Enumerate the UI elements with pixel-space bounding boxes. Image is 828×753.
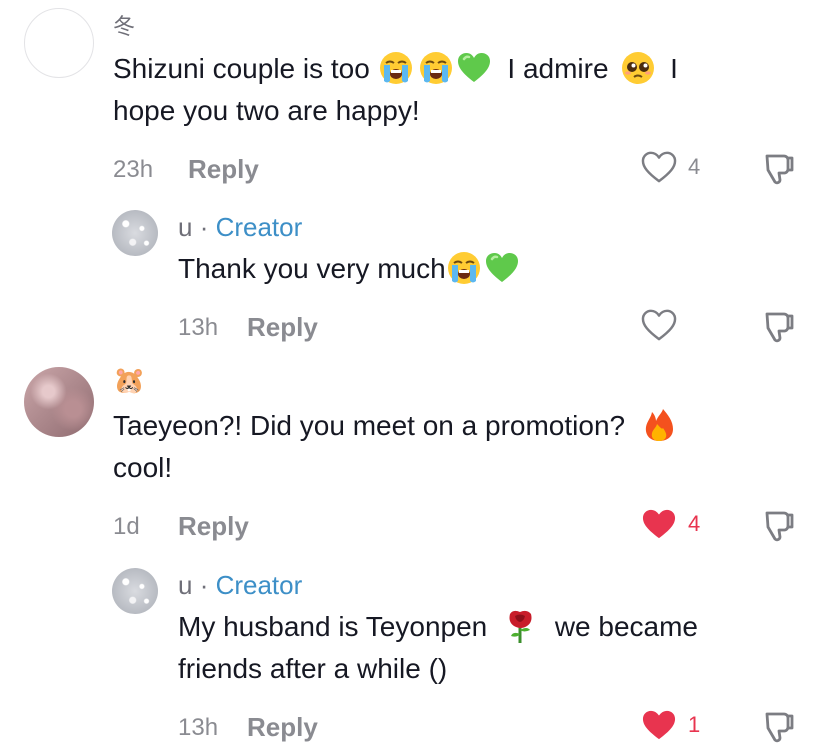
like-button[interactable]: 1 <box>640 708 700 742</box>
loudly-crying-face-emoji <box>418 50 454 86</box>
comment-text-line2: cool! <box>113 452 173 483</box>
like-button[interactable]: 4 <box>640 507 700 541</box>
comment-time: 1d <box>113 513 140 540</box>
comment-text: Shizuni couple is too I admire I <box>113 48 678 90</box>
thumbs-down-icon[interactable] <box>762 308 798 344</box>
comment-text-line1: Taeyeon?! Did you meet on a promotion? <box>113 410 626 441</box>
creator-badge: Creator <box>215 570 303 600</box>
comment-text-line1b: we became <box>554 611 698 642</box>
heart-filled-icon <box>640 708 678 742</box>
loudly-crying-face-emoji <box>378 50 414 86</box>
comment-text-line2: friends after a while () <box>178 653 448 684</box>
comment-username[interactable]: u · Creator <box>178 570 302 600</box>
comment-text-line1: Shizuni couple is too <box>113 53 370 84</box>
username-text: u <box>178 570 193 600</box>
green-heart-emoji <box>484 250 520 286</box>
comment-item: 🐹 Taeyeon?! Did you meet on a promotion?… <box>0 355 828 560</box>
comment-text-mid: I admire <box>507 53 609 84</box>
like-button[interactable] <box>640 308 688 342</box>
reply-button[interactable]: Reply <box>188 154 259 185</box>
reply-button[interactable]: Reply <box>178 511 249 542</box>
comment-username[interactable]: u · Creator <box>178 212 302 242</box>
comment-time: 13h <box>178 314 219 341</box>
like-count: 1 <box>688 712 701 737</box>
avatar[interactable] <box>24 367 94 437</box>
loudly-crying-face-emoji <box>446 250 482 286</box>
heart-filled-icon <box>640 507 678 541</box>
comment-time: 13h <box>178 714 219 741</box>
reply-button[interactable]: Reply <box>247 312 318 343</box>
pleading-face-emoji <box>620 50 656 86</box>
rose-emoji <box>503 608 539 644</box>
thumbs-down-icon[interactable] <box>762 708 798 744</box>
creator-badge: Creator <box>215 212 303 242</box>
comment-text-line2: hope you two are happy! <box>113 95 420 126</box>
avatar[interactable] <box>24 8 94 78</box>
avatar[interactable] <box>112 568 158 614</box>
like-count: 4 <box>688 154 701 179</box>
heart-outline-icon <box>640 308 678 342</box>
comment-username[interactable]: 冬 <box>113 12 135 42</box>
heart-outline-icon <box>640 150 678 184</box>
comment-text-line1: Thank you very much <box>178 253 446 284</box>
comment-text: Thank you very much <box>178 248 520 290</box>
comment-text: Taeyeon?! Did you meet on a promotion? <box>113 405 677 447</box>
comment-reply-item: u · Creator Thank you very much 13h Repl… <box>0 200 828 355</box>
avatar[interactable] <box>112 210 158 256</box>
comment-username[interactable]: 🐹 <box>113 365 145 395</box>
thumbs-down-icon[interactable] <box>762 507 798 543</box>
like-button[interactable]: 4 <box>640 150 700 184</box>
username-text: u <box>178 212 193 242</box>
comment-time: 23h <box>113 156 154 183</box>
green-heart-emoji <box>456 50 492 86</box>
thumbs-down-icon[interactable] <box>762 150 798 186</box>
reply-button[interactable]: Reply <box>247 712 318 743</box>
comment-reply-item: u · Creator My husband is Teyonpen we be… <box>0 560 828 753</box>
comment-text-end: I <box>670 53 678 84</box>
comment-item: 冬 Shizuni couple is too I admire I hope … <box>0 0 828 200</box>
comment-text: My husband is Teyonpen we became <box>178 606 698 648</box>
fire-emoji <box>641 407 677 443</box>
comment-text-line1a: My husband is Teyonpen <box>178 611 488 642</box>
like-count: 4 <box>688 511 701 536</box>
